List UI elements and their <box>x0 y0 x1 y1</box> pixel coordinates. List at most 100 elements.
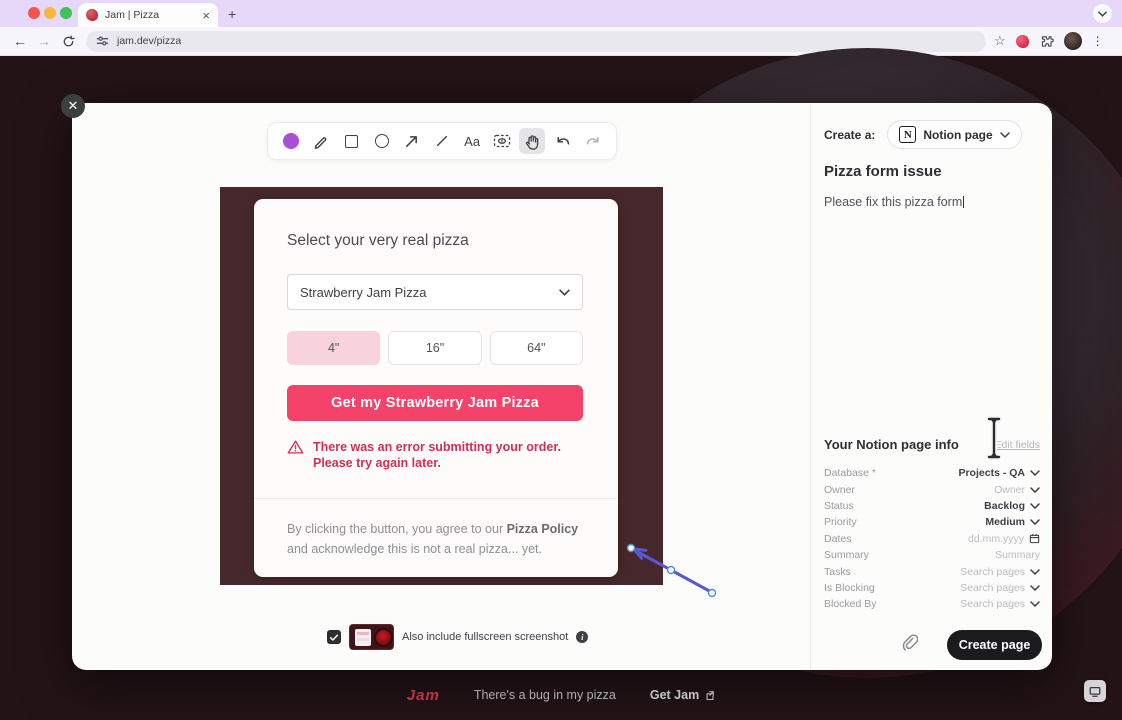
notion-field-row[interactable]: Summary Summary <box>824 547 1040 563</box>
chevron-down-icon <box>1030 585 1040 591</box>
profile-avatar[interactable] <box>1064 32 1082 50</box>
reload-button[interactable] <box>56 35 80 48</box>
issue-description-input[interactable]: Please fix this pizza form <box>824 195 964 209</box>
undo-icon <box>555 135 571 148</box>
extensions-puzzle-icon[interactable] <box>1039 34 1054 49</box>
attachment-button[interactable] <box>900 633 918 652</box>
jam-extension-icon[interactable] <box>1016 35 1029 48</box>
create-page-button[interactable]: Create page <box>947 630 1042 660</box>
notion-field-row[interactable]: Owner Owner <box>824 481 1040 497</box>
arrow-tool-button[interactable] <box>399 128 425 154</box>
redact-tool-button[interactable] <box>489 128 515 154</box>
annotation-arrow[interactable] <box>608 529 728 609</box>
redact-eye-icon <box>493 133 511 149</box>
forward-button[interactable]: → <box>32 33 56 49</box>
hand-tool-button[interactable] <box>519 128 545 154</box>
jam-capture-overlay: ✕ Aa <box>72 103 1052 670</box>
legal-prefix: By clicking the button, you agree to our <box>287 522 507 536</box>
field-value: Search pages <box>960 566 1025 578</box>
arrow-end-handle[interactable] <box>709 590 716 597</box>
page-footer: Jam There's a bug in my pizza Get Jam <box>0 670 1122 720</box>
text-tool-icon: Aa <box>464 134 480 149</box>
back-button[interactable]: ← <box>8 33 32 49</box>
pizza-policy-link[interactable]: Pizza Policy <box>507 522 579 536</box>
pizza-select[interactable]: Strawberry Jam Pizza <box>287 274 583 310</box>
undo-button[interactable] <box>550 128 576 154</box>
ellipse-tool-button[interactable] <box>369 128 395 154</box>
field-label: Status <box>824 500 984 512</box>
destination-dropdown[interactable]: N Notion page <box>887 120 1021 149</box>
jam-logo: Jam <box>407 687 440 704</box>
browser-tab[interactable]: Jam | Pizza × <box>78 3 218 27</box>
external-link-icon <box>705 690 715 700</box>
line-tool-button[interactable] <box>429 128 455 154</box>
jam-widget-button[interactable] <box>1084 680 1106 702</box>
thumbnail-pizza-icon <box>374 628 393 647</box>
create-destination-row: Create a: N Notion page <box>824 120 1022 149</box>
redo-button[interactable] <box>580 128 606 154</box>
line-icon <box>435 134 449 148</box>
field-label: Is Blocking <box>824 582 960 594</box>
pizza-form-card: Select your very real pizza Strawberry J… <box>254 199 618 577</box>
include-fullscreen-row: Also include fullscreen screenshot i <box>327 624 588 650</box>
notion-field-row[interactable]: Priority Medium <box>824 514 1040 530</box>
browser-navbar: ← → jam.dev/pizza ☆ ⋮ <box>0 27 1122 56</box>
monitor-icon <box>1088 685 1102 698</box>
get-pizza-button[interactable]: Get my Strawberry Jam Pizza <box>287 385 583 421</box>
chevron-down-icon <box>1030 601 1040 607</box>
error-message: There was an error submitting your order… <box>287 439 587 471</box>
color-swatch-button[interactable] <box>278 128 304 154</box>
notion-field-row[interactable]: Database * Projects - QA <box>824 465 1040 481</box>
browser-tabstrip: Jam | Pizza × + <box>0 0 1122 27</box>
browser-menu-icon[interactable]: ⋮ <box>1092 34 1104 48</box>
notion-field-row[interactable]: Dates dd.mm.yyyy <box>824 531 1040 547</box>
notion-field-row[interactable]: Tasks Search pages <box>824 563 1040 579</box>
notion-field-row[interactable]: Blocked By Search pages <box>824 596 1040 612</box>
window-minimize-button[interactable] <box>44 7 56 19</box>
get-jam-link[interactable]: Get Jam <box>650 688 715 702</box>
warning-triangle-icon <box>287 439 304 455</box>
size-button-group: 4" 16" 64" <box>287 331 583 365</box>
field-label: Tasks <box>824 566 960 578</box>
bookmark-star-icon[interactable]: ☆ <box>994 33 1006 49</box>
window-zoom-button[interactable] <box>60 7 72 19</box>
size-button[interactable]: 64" <box>490 331 583 365</box>
field-value: Search pages <box>960 598 1025 610</box>
chevron-down-icon <box>559 289 570 296</box>
thumbnail-form-icon <box>355 629 371 646</box>
include-fullscreen-checkbox[interactable] <box>327 630 341 644</box>
field-label: Dates <box>824 533 968 545</box>
field-label: Summary <box>824 549 995 561</box>
close-overlay-button[interactable]: ✕ <box>61 94 85 118</box>
fullscreen-thumbnail[interactable] <box>349 624 394 650</box>
arrow-start-handle[interactable] <box>628 545 635 552</box>
circle-icon <box>375 134 389 148</box>
text-cursor-icon <box>983 415 1005 461</box>
reload-icon <box>62 35 75 48</box>
issue-title-input[interactable]: Pizza form issue <box>824 163 942 180</box>
pizza-select-value: Strawberry Jam Pizza <box>300 285 559 300</box>
notion-field-row[interactable]: Status Backlog <box>824 498 1040 514</box>
error-text: There was an error submitting your order… <box>313 439 585 471</box>
arrow-mid-handle[interactable] <box>668 567 675 574</box>
redo-icon <box>585 135 601 148</box>
pen-tool-button[interactable] <box>308 128 334 154</box>
tab-favicon-icon <box>86 9 98 21</box>
create-a-label: Create a: <box>824 128 875 142</box>
site-settings-icon <box>96 35 109 47</box>
info-icon[interactable]: i <box>576 631 588 643</box>
field-value: Backlog <box>984 500 1025 512</box>
tab-close-icon[interactable]: × <box>202 9 210 22</box>
size-button[interactable]: 16" <box>388 331 481 365</box>
size-button[interactable]: 4" <box>287 331 380 365</box>
new-tab-button[interactable]: + <box>228 6 236 22</box>
notion-field-row[interactable]: Is Blocking Search pages <box>824 580 1040 596</box>
rectangle-tool-button[interactable] <box>338 128 364 154</box>
legal-suffix: and acknowledge this is not a real pizza… <box>287 542 542 556</box>
text-caret <box>963 196 964 208</box>
form-divider <box>254 498 618 499</box>
tab-search-button[interactable] <box>1093 4 1112 23</box>
text-tool-button[interactable]: Aa <box>459 128 485 154</box>
paperclip-icon <box>900 633 918 652</box>
window-close-button[interactable] <box>28 7 40 19</box>
